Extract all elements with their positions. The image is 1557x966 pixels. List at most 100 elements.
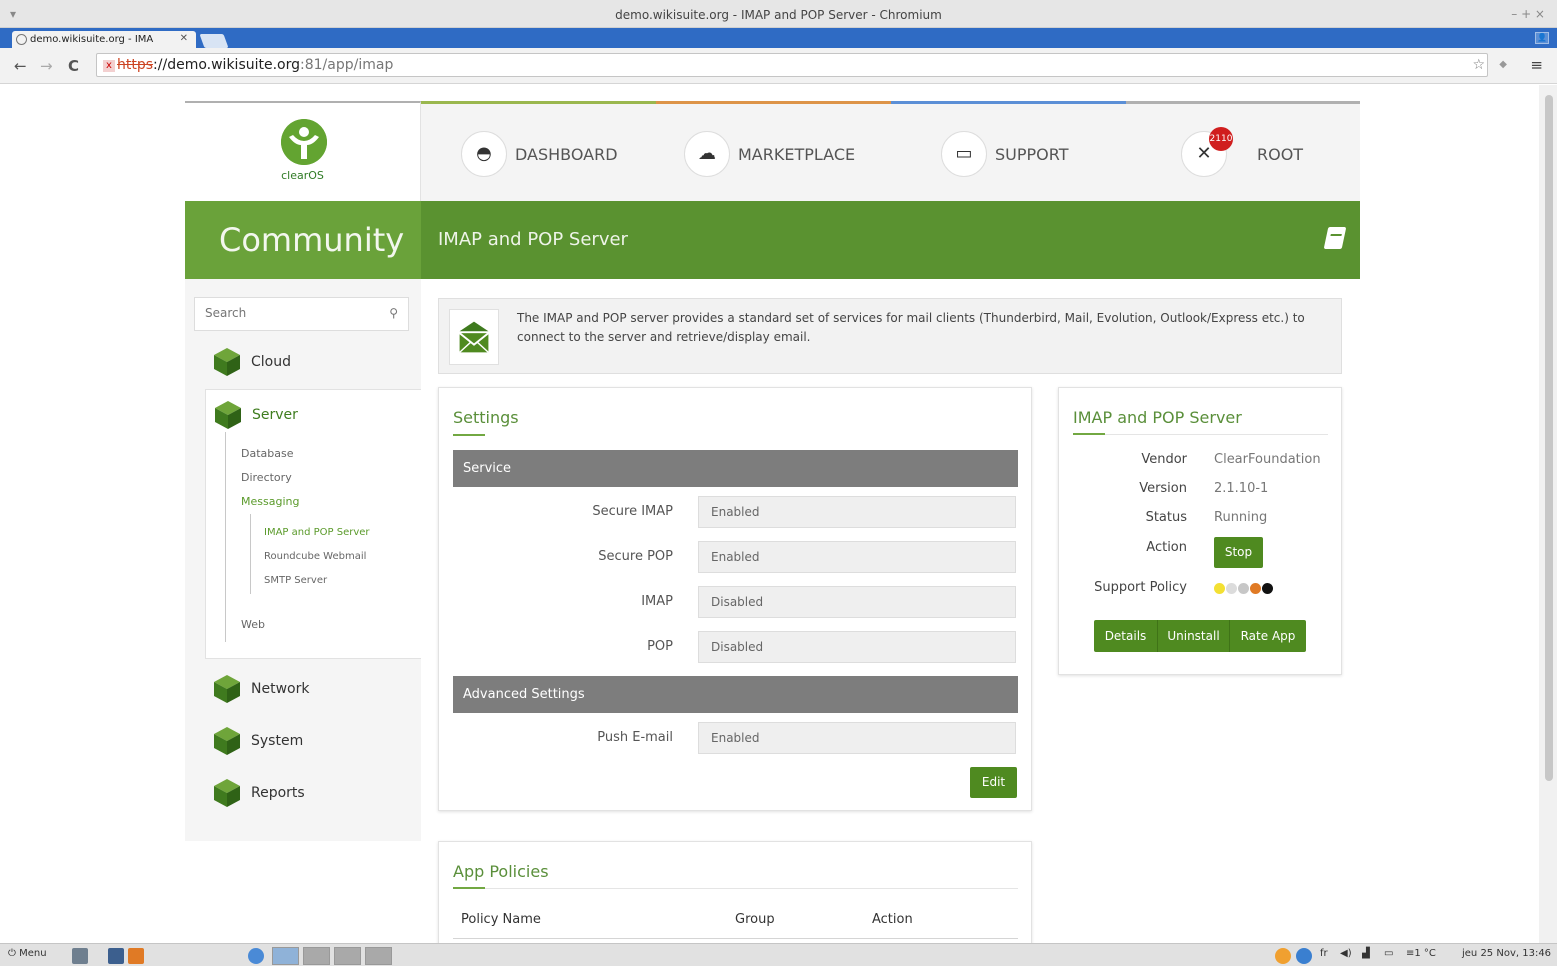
status-value: Running <box>1214 510 1268 525</box>
sidebar-item-label: Server <box>252 407 298 423</box>
table-header-rule <box>453 938 1018 939</box>
imap-label: IMAP <box>641 594 673 609</box>
volume-icon[interactable]: ◀) <box>1340 948 1352 959</box>
title-underline <box>453 887 485 889</box>
battery-icon[interactable]: ▭ <box>1384 948 1393 959</box>
app-info-title: IMAP and POP Server <box>1073 408 1242 427</box>
back-icon[interactable]: ← <box>14 57 27 75</box>
support-dot <box>1226 583 1237 594</box>
app-description-text: The IMAP and POP server provides a stand… <box>517 311 1305 344</box>
sidebar-item-label: System <box>251 733 304 749</box>
update-tray-icon[interactable] <box>1275 948 1291 964</box>
settings-card: Settings Service Secure IMAP Enabled Sec… <box>438 387 1032 811</box>
weather-value: 1 °C <box>1414 948 1436 959</box>
nav-accent-bar <box>1126 101 1360 104</box>
sidebar-sub-imap-pop[interactable]: IMAP and POP Server <box>264 527 370 538</box>
cube-icon <box>214 675 240 703</box>
edition-panel: Community <box>185 201 421 279</box>
signal-icon[interactable]: ▟ <box>1362 948 1370 959</box>
cube-icon <box>215 401 241 429</box>
page-scrollbar[interactable] <box>1539 85 1557 943</box>
close-tab-icon[interactable]: ✕ <box>180 33 188 44</box>
keyboard-layout[interactable]: fr <box>1320 948 1328 959</box>
file-manager-icon[interactable] <box>72 948 88 964</box>
start-menu-button[interactable]: ⏻ Menu <box>8 948 47 959</box>
envelope-icon <box>459 321 489 353</box>
pop-field: Disabled <box>698 631 1016 663</box>
secure-imap-label: Secure IMAP <box>592 504 673 519</box>
title-underline <box>1073 433 1105 435</box>
support-dot <box>1250 583 1261 594</box>
nav-support-label: SUPPORT <box>995 145 1069 164</box>
app-icon-box <box>449 309 499 365</box>
search-icon[interactable]: ⚲ <box>389 306 398 320</box>
firefox-icon[interactable] <box>128 948 144 964</box>
page-banner: Community IMAP and POP Server <box>185 201 1360 279</box>
rate-app-button[interactable]: Rate App <box>1229 620 1306 652</box>
terminal-icon[interactable] <box>108 948 124 964</box>
sidebar: ⚲ Cloud Server Database Directory Messag… <box>185 279 421 841</box>
weather-readout[interactable]: ≡1 °C <box>1406 948 1436 959</box>
cube-icon <box>214 348 240 376</box>
service-section-header: Service <box>453 450 1018 487</box>
new-tab-button[interactable] <box>199 34 229 48</box>
notification-badge[interactable]: 2110 <box>1209 127 1233 151</box>
chromium-icon[interactable] <box>248 948 264 964</box>
profile-icon[interactable]: 👤 <box>1535 32 1549 44</box>
app-policies-card: App Policies Policy Name Group Action <box>438 841 1032 943</box>
insecure-lock-icon[interactable]: x <box>103 60 115 72</box>
reload-icon[interactable]: C <box>68 57 79 75</box>
window-titlebar: ▾ demo.wikisuite.org - IMAP and POP Serv… <box>0 0 1557 28</box>
sidebar-item-label: Cloud <box>251 354 291 370</box>
nav-dashboard-label: DASHBOARD <box>515 145 618 164</box>
forward-icon[interactable]: → <box>40 57 53 75</box>
user-guide-book-icon[interactable] <box>1323 227 1347 249</box>
address-bar[interactable]: x https://demo.wikisuite.org:81/app/imap <box>96 53 1488 77</box>
nav-accent-bar <box>656 101 891 104</box>
sidebar-sub-directory[interactable]: Directory <box>241 471 292 484</box>
column-header-action[interactable]: Action <box>872 912 913 927</box>
support-dot <box>1238 583 1249 594</box>
taskbar-window[interactable] <box>303 947 330 965</box>
browser-tab[interactable]: demo.wikisuite.org - IMA ✕ <box>12 31 196 48</box>
title-rule <box>453 888 1018 889</box>
search-input[interactable] <box>205 298 375 328</box>
imap-field: Disabled <box>698 586 1016 618</box>
uninstall-button[interactable]: Uninstall <box>1157 620 1229 652</box>
sidebar-search[interactable]: ⚲ <box>194 297 409 331</box>
sidebar-sub-database[interactable]: Database <box>241 447 294 460</box>
advanced-section-header: Advanced Settings <box>453 676 1018 713</box>
logo-text: clearOS <box>281 169 324 182</box>
dashboard-icon: ◓ <box>461 131 507 177</box>
network-tray-icon[interactable] <box>1296 948 1312 964</box>
start-menu-label: Menu <box>19 948 47 959</box>
taskbar-window[interactable] <box>272 947 299 965</box>
top-navigation: ◓ DASHBOARD ☁ MARKETPLACE ▭ SUPPORT ✕ 21… <box>421 101 1360 201</box>
cube-icon <box>214 727 240 755</box>
page-viewport: clearOS ◓ DASHBOARD ☁ MARKETPLACE ▭ SUPP… <box>0 85 1557 943</box>
tab-strip: demo.wikisuite.org - IMA ✕ 👤 <box>0 28 1557 48</box>
column-header-policy-name[interactable]: Policy Name <box>461 912 541 927</box>
column-header-group[interactable]: Group <box>735 912 775 927</box>
sidebar-sub-roundcube[interactable]: Roundcube Webmail <box>264 551 366 562</box>
window-controls[interactable]: – + × <box>1511 7 1545 21</box>
tree-line <box>225 432 226 642</box>
extension-icon[interactable]: ◆ <box>1499 59 1507 70</box>
stop-button[interactable]: Stop <box>1214 537 1263 568</box>
logo[interactable]: clearOS <box>185 101 421 201</box>
sidebar-sub-web[interactable]: Web <box>241 618 265 631</box>
scrollbar-thumb[interactable] <box>1545 95 1553 781</box>
browser-menu-icon[interactable]: ≡ <box>1530 56 1543 74</box>
taskbar-window[interactable] <box>365 947 392 965</box>
details-button[interactable]: Details <box>1094 620 1157 652</box>
secure-imap-field: Enabled <box>698 496 1016 528</box>
bookmark-star-icon[interactable]: ☆ <box>1472 57 1485 73</box>
sidebar-sub-smtp[interactable]: SMTP Server <box>264 575 327 586</box>
edit-button[interactable]: Edit <box>970 767 1017 798</box>
taskbar-window[interactable] <box>334 947 361 965</box>
clock[interactable]: jeu 25 Nov, 13:46 <box>1462 948 1551 959</box>
sidebar-sub-messaging[interactable]: Messaging <box>241 495 299 508</box>
action-label: Action <box>1146 540 1187 555</box>
secure-pop-label: Secure POP <box>598 549 673 564</box>
favicon-icon <box>16 34 27 45</box>
